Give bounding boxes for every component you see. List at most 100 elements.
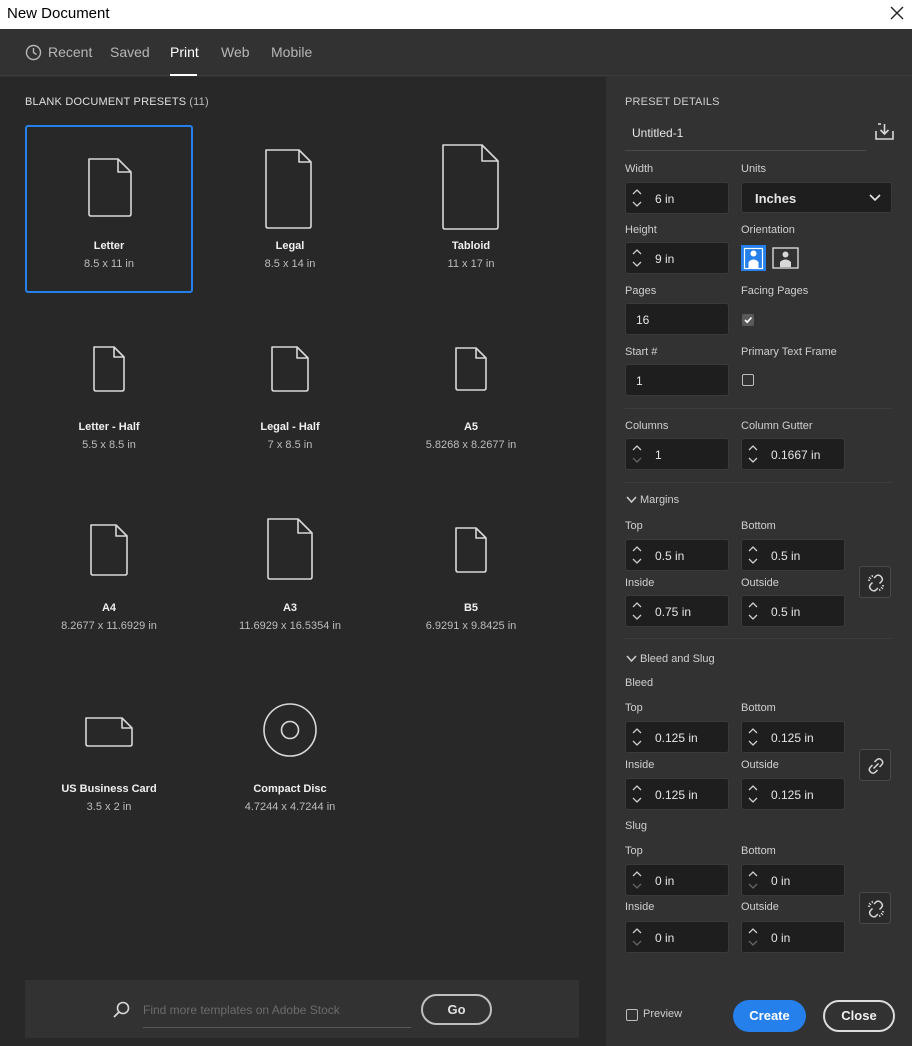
primary-text-frame-checkbox[interactable]	[742, 374, 754, 386]
stepper-icon[interactable]	[746, 925, 760, 949]
stepper-icon[interactable]	[630, 782, 644, 806]
slug-bottom-field[interactable]: 0 in	[741, 864, 845, 896]
slug-inside-field[interactable]: 0 in	[625, 921, 729, 953]
primary-text-frame-label: Primary Text Frame	[741, 346, 837, 358]
close-icon[interactable]	[888, 3, 906, 23]
bleed-top-field[interactable]: 0.125 in	[625, 721, 729, 753]
preset-card-legal[interactable]: Legal 8.5 x 14 in	[206, 125, 374, 293]
stepper-icon[interactable]	[630, 186, 644, 210]
margin-top-field[interactable]: 0.5 in	[625, 539, 729, 571]
slug-inside-label: Inside	[625, 901, 655, 913]
active-tab-indicator	[170, 74, 197, 76]
start-number-field[interactable]: 1	[625, 364, 729, 396]
width-field[interactable]: 6 in	[625, 182, 729, 214]
close-button[interactable]: Close	[823, 1000, 895, 1032]
preset-name: Tabloid	[451, 240, 491, 252]
stepper-icon[interactable]	[746, 868, 760, 892]
stepper-icon[interactable]	[630, 599, 644, 623]
margin-inside-value: 0.75 in	[655, 605, 692, 619]
stepper-icon[interactable]	[746, 442, 760, 466]
preset-size: 11.6929 x 16.5354 in	[239, 620, 341, 632]
tab-mobile[interactable]: Mobile	[271, 44, 312, 60]
pages-field[interactable]: 16	[625, 303, 729, 335]
margin-inside-label: Inside	[625, 577, 655, 589]
preset-size: 8.2677 x 11.6929 in	[61, 620, 157, 632]
tab-web[interactable]: Web	[221, 44, 250, 60]
tab-saved[interactable]: Saved	[110, 44, 150, 60]
bleed-outside-field[interactable]: 0.125 in	[741, 778, 845, 810]
preset-card-a5[interactable]: A5 5.8268 x 8.2677 in	[387, 306, 555, 474]
bleed-bottom-field[interactable]: 0.125 in	[741, 721, 845, 753]
stock-search-input[interactable]: Find more templates on Adobe Stock	[143, 995, 411, 1028]
tab-print[interactable]: Print	[170, 44, 199, 60]
chevron-down-icon[interactable]	[626, 496, 637, 504]
columns-field[interactable]: 1	[625, 438, 729, 470]
preset-card-b5[interactable]: B5 6.9291 x 9.8425 in	[387, 487, 555, 655]
bleed-link-button[interactable]	[859, 749, 891, 781]
preset-size: 11 x 17 in	[447, 258, 495, 270]
preset-card-compact-disc[interactable]: Compact Disc 4.7244 x 4.7244 in	[206, 668, 374, 836]
bleed-inside-field[interactable]: 0.125 in	[625, 778, 729, 810]
stepper-icon[interactable]	[630, 246, 644, 270]
slug-bottom-label: Bottom	[741, 845, 776, 857]
dialog-actions: Preview Create Close	[606, 983, 912, 1046]
stepper-icon[interactable]	[630, 442, 644, 466]
margin-outside-field[interactable]: 0.5 in	[741, 595, 845, 627]
pages-label: Pages	[625, 285, 657, 297]
landscape-orientation-icon[interactable]	[772, 245, 799, 271]
stepper-icon[interactable]	[630, 543, 644, 567]
height-field[interactable]: 9 in	[625, 242, 729, 274]
preset-size: 3.5 x 2 in	[86, 801, 132, 813]
preset-card-tabloid[interactable]: Tabloid 11 x 17 in	[387, 125, 555, 293]
margin-inside-field[interactable]: 0.75 in	[625, 595, 729, 627]
margins-section-title[interactable]: Margins	[640, 494, 679, 506]
preset-name: A5	[463, 421, 479, 433]
presets-panel: BLANK DOCUMENT PRESETS (11) Letter 8.5 x …	[0, 77, 606, 1046]
units-dropdown[interactable]: Inches	[741, 182, 892, 213]
slug-outside-field[interactable]: 0 in	[741, 921, 845, 953]
stepper-icon[interactable]	[746, 725, 760, 749]
preset-card-letter[interactable]: Letter 8.5 x 11 in	[25, 125, 193, 293]
window-title: New Document	[7, 5, 110, 22]
portrait-orientation-icon[interactable]	[741, 245, 766, 271]
create-button[interactable]: Create	[733, 1000, 806, 1032]
start-number-value: 1	[636, 374, 643, 388]
preview-checkbox[interactable]	[626, 1009, 638, 1021]
margin-bottom-field[interactable]: 0.5 in	[741, 539, 845, 571]
slug-link-button[interactable]	[859, 892, 891, 924]
page-landscape-icon	[85, 717, 133, 747]
clock-icon	[25, 44, 42, 61]
bleed-slug-section-title[interactable]: Bleed and Slug	[640, 653, 715, 665]
margins-link-button[interactable]	[859, 566, 891, 598]
stepper-icon[interactable]	[630, 925, 644, 949]
facing-pages-checkbox[interactable]	[742, 314, 754, 326]
column-gutter-field[interactable]: 0.1667 in	[741, 438, 845, 470]
margin-top-label: Top	[625, 520, 643, 532]
preset-card-a3[interactable]: A3 11.6929 x 16.5354 in	[206, 487, 374, 655]
stepper-icon[interactable]	[746, 543, 760, 567]
preset-card-us-business-card[interactable]: US Business Card 3.5 x 2 in	[25, 668, 193, 836]
preset-card-legal-half[interactable]: Legal - Half 7 x 8.5 in	[206, 306, 374, 474]
width-label: Width	[625, 163, 654, 175]
save-preset-icon[interactable]	[874, 122, 895, 142]
stepper-icon[interactable]	[630, 725, 644, 749]
slug-top-field[interactable]: 0 in	[625, 864, 729, 896]
tab-bar: Recent Saved Print Web Mobile	[0, 29, 912, 76]
preset-card-letter-half[interactable]: Letter - Half 5.5 x 8.5 in	[25, 306, 193, 474]
stepper-icon[interactable]	[630, 868, 644, 892]
preset-name: A4	[101, 602, 117, 614]
stepper-icon[interactable]	[746, 782, 760, 806]
page-portrait-icon	[442, 144, 499, 230]
preset-size: 6.9291 x 9.8425 in	[425, 620, 517, 632]
stepper-icon[interactable]	[746, 599, 760, 623]
go-button[interactable]: Go	[421, 994, 492, 1025]
document-name-input[interactable]: Untitled-1	[625, 113, 866, 151]
page-portrait-icon	[93, 346, 125, 392]
preset-card-a4[interactable]: A4 8.2677 x 11.6929 in	[25, 487, 193, 655]
slug-top-label: Top	[625, 845, 643, 857]
tab-recent[interactable]: Recent	[48, 44, 92, 60]
checkmark-icon	[744, 316, 753, 324]
chevron-down-icon[interactable]	[626, 655, 637, 663]
disc-icon	[263, 703, 317, 757]
margin-bottom-label: Bottom	[741, 520, 776, 532]
